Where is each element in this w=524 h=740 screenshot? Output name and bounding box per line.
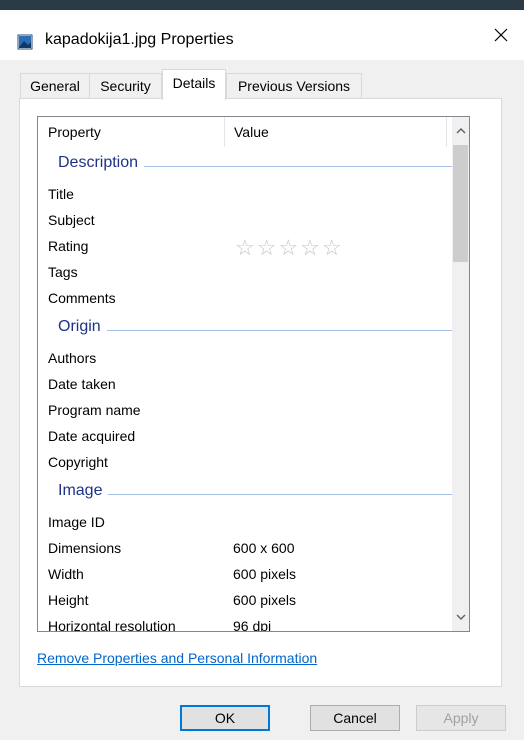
list-item[interactable]: Authors xyxy=(38,347,469,373)
property-value: 96 dpi xyxy=(233,618,272,631)
scroll-up-button[interactable] xyxy=(452,122,469,139)
list-item[interactable]: Comments xyxy=(38,287,469,313)
vertical-scrollbar[interactable] xyxy=(452,117,469,631)
property-name: Tags xyxy=(48,264,78,280)
group-title: Image xyxy=(58,482,109,500)
column-separator[interactable] xyxy=(446,117,447,147)
property-name: Dimensions xyxy=(48,540,122,556)
property-name: Authors xyxy=(48,350,97,366)
property-name: Width xyxy=(48,566,84,582)
close-icon xyxy=(494,28,508,42)
properties-list[interactable]: Property Value Description Title Subject… xyxy=(37,116,470,632)
property-value: 600 pixels xyxy=(233,592,297,608)
title-bar[interactable]: kapadokija1.jpg Properties xyxy=(0,10,524,60)
group-header-image: Image xyxy=(38,481,469,507)
property-name: Image ID xyxy=(48,514,105,530)
window-title: kapadokija1.jpg Properties xyxy=(45,31,234,48)
apply-button[interactable]: Apply xyxy=(416,705,506,731)
tab-general[interactable]: General xyxy=(20,73,90,99)
group-divider xyxy=(62,330,454,331)
property-name: Title xyxy=(48,186,74,202)
property-name: Horizontal resolution xyxy=(48,618,176,631)
list-item[interactable]: Image ID xyxy=(38,511,469,537)
scroll-thumb[interactable] xyxy=(453,145,468,262)
group-divider xyxy=(62,494,454,495)
list-item[interactable]: Copyright xyxy=(38,451,469,477)
property-name: Subject xyxy=(48,212,95,228)
list-item[interactable]: Rating ☆☆☆☆☆ xyxy=(38,235,469,261)
list-item[interactable]: Height 600 pixels xyxy=(38,589,469,615)
list-item[interactable]: Subject xyxy=(38,209,469,235)
list-item[interactable]: Date acquired xyxy=(38,425,469,451)
list-item[interactable]: Tags xyxy=(38,261,469,287)
property-name: Copyright xyxy=(48,454,108,470)
cancel-button[interactable]: Cancel xyxy=(310,705,400,731)
tab-security[interactable]: Security xyxy=(89,73,162,99)
column-header-property[interactable]: Property xyxy=(38,117,224,147)
property-name: Date taken xyxy=(48,376,116,392)
group-header-description: Description xyxy=(38,153,469,179)
list-item[interactable]: Width 600 pixels xyxy=(38,563,469,589)
property-value: 600 x 600 xyxy=(233,540,295,556)
close-button[interactable] xyxy=(478,10,524,60)
property-name: Comments xyxy=(48,290,116,306)
group-header-origin: Origin xyxy=(38,317,469,343)
image-file-icon xyxy=(17,34,33,50)
property-name: Program name xyxy=(48,402,141,418)
chevron-down-icon xyxy=(456,614,465,620)
property-name: Date acquired xyxy=(48,428,136,444)
list-item[interactable]: Date taken xyxy=(38,373,469,399)
tab-previous-versions[interactable]: Previous Versions xyxy=(226,73,362,99)
property-name: Rating xyxy=(48,238,89,254)
rating-stars[interactable]: ☆☆☆☆☆ xyxy=(235,235,344,261)
property-name: Height xyxy=(48,592,89,608)
property-value: 600 pixels xyxy=(233,566,297,582)
list-item[interactable]: Title xyxy=(38,183,469,209)
list-item[interactable]: Horizontal resolution 96 dpi xyxy=(38,615,469,631)
tab-details[interactable]: Details xyxy=(162,69,226,100)
ok-button[interactable]: OK xyxy=(180,705,270,731)
group-title: Origin xyxy=(58,318,107,336)
remove-properties-link[interactable]: Remove Properties and Personal Informati… xyxy=(37,650,317,666)
list-item[interactable]: Program name xyxy=(38,399,469,425)
list-item[interactable]: Dimensions 600 x 600 xyxy=(38,537,469,563)
column-header-value[interactable]: Value xyxy=(224,117,446,147)
scroll-down-button[interactable] xyxy=(452,609,469,626)
group-title: Description xyxy=(58,154,145,172)
background-strip xyxy=(0,0,524,10)
chevron-up-icon xyxy=(456,128,465,134)
